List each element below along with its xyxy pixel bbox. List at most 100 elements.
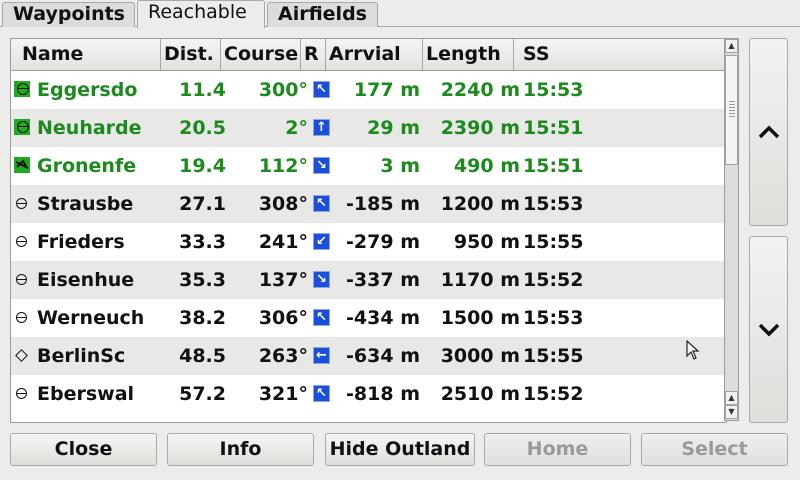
table-row[interactable]: Strausbe 27.1 308° -185 m 1200 m 15:53 ↖ — [11, 185, 726, 223]
bearing-arrow-icon: ↖ — [313, 81, 330, 98]
cell-arrival: -634 m — [346, 345, 420, 367]
cell-course: 308° — [258, 193, 308, 215]
airfield-icon — [16, 236, 27, 247]
cell-relative-bearing: ↘ — [309, 261, 334, 299]
cell-ss: 15:53 — [523, 79, 584, 101]
cell-length: 1200 m — [440, 193, 520, 215]
cell-arrival: 29 m — [367, 117, 420, 139]
home-button[interactable]: Home — [484, 433, 631, 466]
cell-length: 3000 m — [440, 345, 520, 367]
bearing-arrow-icon: ↖ — [313, 309, 330, 326]
cell-course: 241° — [258, 231, 308, 253]
cell-relative-bearing: ↖ — [309, 71, 334, 109]
chevron-up-icon — [758, 125, 779, 139]
cell-length: 1170 m — [440, 269, 520, 291]
green-landable-icon — [14, 81, 30, 97]
waypoint-table: Name Dist. Course R Arrvial Length SS Eg… — [10, 38, 727, 423]
cell-ss: 15:52 — [523, 383, 584, 405]
select-button[interactable]: Select — [641, 433, 788, 466]
green-outlanding-icon — [14, 157, 30, 173]
cell-course: 300° — [258, 79, 308, 101]
info-button[interactable]: Info — [167, 433, 314, 466]
col-header-ss[interactable]: SS — [514, 39, 726, 70]
close-button[interactable]: Close — [10, 433, 157, 466]
cell-arrival: 3 m — [380, 155, 420, 177]
tab-reachable[interactable]: Reachable — [137, 0, 265, 28]
cell-ss: 15:53 — [523, 307, 584, 329]
cell-length: 950 m — [453, 231, 520, 253]
col-header-name[interactable]: Name — [19, 39, 161, 70]
cell-dist: 11.4 — [179, 79, 226, 101]
scroll-down-arrow-icon[interactable]: ▼ — [725, 405, 738, 419]
scroll-up-arrow-icon[interactable]: ▲ — [725, 39, 738, 53]
cell-course: 2° — [285, 117, 308, 139]
cell-arrival: 177 m — [353, 79, 420, 101]
col-header-arrival[interactable]: Arrvial — [326, 39, 423, 70]
table-row[interactable]: Frieders 33.3 241° -279 m 950 m 15:55 ↙ — [11, 223, 726, 261]
col-header-length[interactable]: Length — [423, 39, 514, 70]
cell-ss: 15:51 — [523, 155, 584, 177]
bearing-arrow-icon: ↖ — [313, 385, 330, 402]
cell-arrival: -337 m — [346, 269, 420, 291]
scroll-thumb[interactable] — [725, 55, 738, 165]
cell-course: 137° — [258, 269, 308, 291]
cell-course: 321° — [258, 383, 308, 405]
table-row[interactable]: Gronenfe 19.4 112° 3 m 490 m 15:51 ↘ — [11, 147, 726, 185]
bearing-arrow-icon: ↘ — [313, 271, 330, 288]
cell-arrival: -818 m — [346, 383, 420, 405]
page-up-button[interactable] — [749, 38, 788, 226]
table-row[interactable]: Werneuch 38.2 306° -434 m 1500 m 15:53 ↖ — [11, 299, 726, 337]
cell-ss: 15:55 — [523, 345, 584, 367]
cell-ss: 15:55 — [523, 231, 584, 253]
cell-relative-bearing: ↖ — [309, 375, 334, 413]
cell-dist: 19.4 — [179, 155, 226, 177]
hide-outland-button[interactable]: Hide Outland — [325, 433, 475, 466]
cell-dist: 20.5 — [179, 117, 226, 139]
cell-dist: 57.2 — [179, 383, 226, 405]
grip-icon — [729, 101, 735, 119]
col-header-course[interactable]: Course — [221, 39, 301, 70]
cell-length: 1500 m — [440, 307, 520, 329]
cell-length: 2390 m — [440, 117, 520, 139]
cell-length: 2510 m — [440, 383, 520, 405]
cell-relative-bearing: ↖ — [309, 185, 334, 223]
table-row[interactable]: Eggersdo 11.4 300° 177 m 2240 m 15:53 ↖ — [11, 71, 726, 109]
cell-arrival: -434 m — [346, 307, 420, 329]
page-down-button[interactable] — [749, 236, 788, 423]
cell-name: Eberswal — [37, 383, 135, 405]
vertical-scrollbar[interactable]: ▲ ▲ ▼ — [724, 38, 739, 421]
cell-arrival: -279 m — [346, 231, 420, 253]
bearing-arrow-icon: ↖ — [313, 195, 330, 212]
table-row[interactable]: Eberswal 57.2 321° -818 m 2510 m 15:52 ↖ — [11, 375, 726, 413]
tab-waypoints[interactable]: Waypoints — [2, 2, 135, 27]
cell-relative-bearing: ↖ — [309, 299, 334, 337]
table-row[interactable]: BerlinSc 48.5 263° -634 m 3000 m 15:55 ← — [11, 337, 726, 375]
cell-ss: 15:53 — [523, 193, 584, 215]
cell-course: 112° — [258, 155, 308, 177]
cell-name: Strausbe — [37, 193, 134, 215]
cell-length: 490 m — [453, 155, 520, 177]
table-row[interactable]: Eisenhue 35.3 137° -337 m 1170 m 15:52 ↘ — [11, 261, 726, 299]
bearing-arrow-icon: ↑ — [313, 119, 330, 136]
cell-ss: 15:51 — [523, 117, 584, 139]
scroll-up-small-arrow-icon[interactable]: ▲ — [725, 391, 738, 405]
cell-relative-bearing: ↑ — [309, 109, 334, 147]
table-row[interactable]: Neuharde 20.5 2° 29 m 2390 m 15:51 ↑ — [11, 109, 726, 147]
airfield-icon — [16, 388, 27, 399]
col-header-dist[interactable]: Dist. — [161, 39, 221, 70]
tab-airfields[interactable]: Airfields — [267, 2, 378, 27]
cell-name: Eggersdo — [37, 79, 138, 101]
cell-relative-bearing: ← — [309, 337, 334, 375]
cell-arrival: -185 m — [346, 193, 420, 215]
cell-course: 306° — [258, 307, 308, 329]
airfield-icon — [16, 274, 27, 285]
bearing-arrow-icon: ↘ — [313, 157, 330, 174]
col-header-r[interactable]: R — [301, 39, 326, 70]
airport-icon — [15, 349, 28, 362]
green-landable-icon — [14, 119, 30, 135]
airfield-icon — [16, 312, 27, 323]
mouse-pointer-icon — [686, 340, 700, 360]
cell-relative-bearing: ↘ — [309, 147, 334, 185]
cell-name: Gronenfe — [37, 155, 137, 177]
table-header: Name Dist. Course R Arrvial Length SS — [11, 39, 726, 71]
